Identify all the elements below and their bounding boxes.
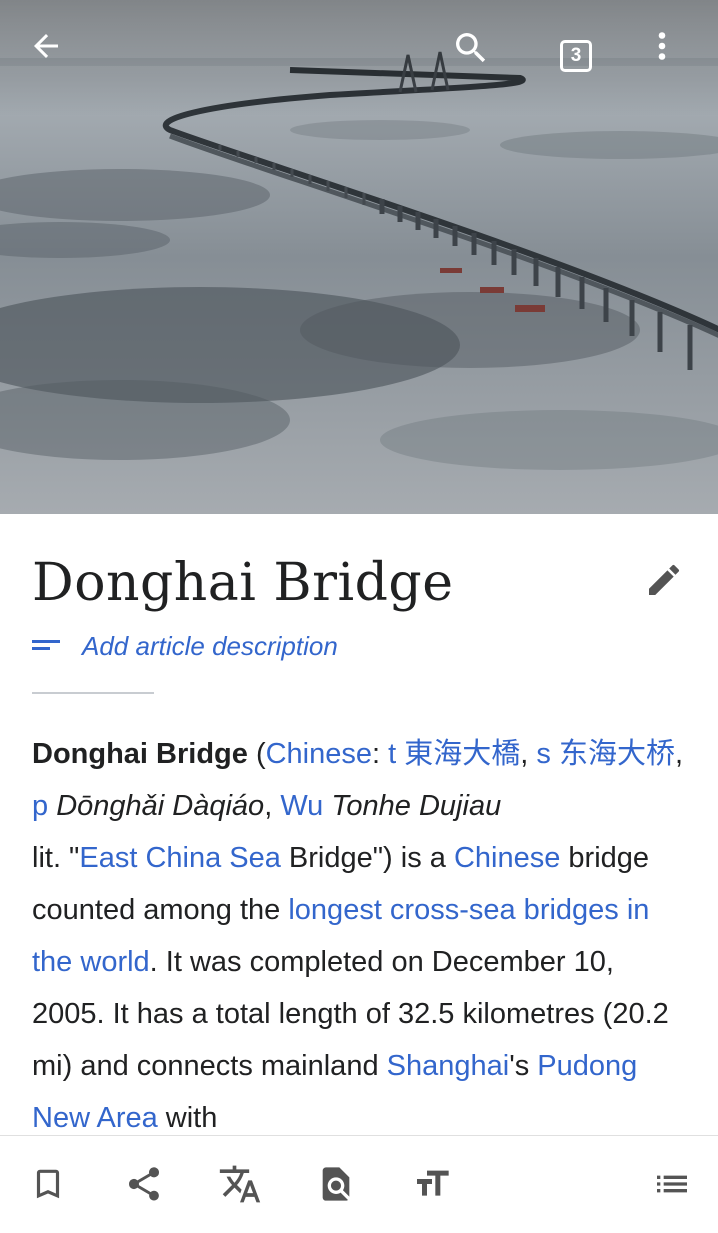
text-run: ,: [520, 738, 537, 770]
back-button[interactable]: [28, 28, 84, 84]
text-run: ,: [674, 738, 684, 770]
share-icon: [128, 1167, 160, 1201]
link-east-china-sea[interactable]: East China Sea: [79, 842, 281, 874]
text-run: ,: [264, 790, 281, 822]
link-wu-chinese[interactable]: Wu: [280, 790, 323, 822]
text-size-button[interactable]: [404, 1156, 460, 1212]
text-size-icon: [417, 1170, 449, 1196]
search-icon: [456, 33, 486, 63]
lead-paragraph: Donghai Bridge (Chinese: t 東海大橋, s 东海大桥,…: [32, 728, 692, 1144]
bold-term: Donghai Bridge: [32, 738, 248, 770]
description-icon: [32, 640, 60, 650]
more-vert-icon: [658, 32, 666, 60]
table-of-contents-button[interactable]: [644, 1156, 700, 1212]
arrow-left-icon: [34, 34, 58, 58]
contents-icon: [657, 1175, 687, 1193]
search-button[interactable]: [451, 28, 507, 84]
article-title: Donghai Bridge: [32, 553, 454, 613]
link-shanghai[interactable]: Shanghai: [387, 1050, 510, 1082]
translate-icon: [219, 1165, 261, 1203]
find-in-page-icon: [322, 1167, 350, 1201]
article-toolbar: [0, 1135, 718, 1233]
bookmark-icon: [36, 1169, 60, 1199]
pencil-icon: [649, 564, 680, 595]
top-toolbar: 3: [0, 0, 718, 116]
text-run: :: [372, 738, 389, 770]
link-traditional-chinese[interactable]: t 東海大橋: [388, 738, 520, 770]
add-description-label: Add article description: [82, 630, 338, 661]
tabs-button[interactable]: 3: [548, 28, 604, 84]
header-divider: [32, 692, 154, 694]
overflow-menu-button[interactable]: [644, 28, 700, 84]
edit-title-button[interactable]: [636, 552, 692, 608]
text-run: lit. ": [32, 842, 80, 874]
pinyin-text: Dōnghǎi Dàqiáo: [56, 790, 265, 822]
tab-count-badge: 3: [560, 40, 592, 72]
text-run: with: [157, 1102, 218, 1134]
text-run: (: [247, 738, 266, 770]
find-in-page-button[interactable]: [308, 1156, 364, 1212]
wu-romanization: Tonhe Dujiau: [331, 790, 502, 822]
link-pinyin[interactable]: p: [32, 790, 48, 822]
language-button[interactable]: [212, 1156, 268, 1212]
text-run: [48, 790, 56, 822]
link-chinese-country[interactable]: Chinese: [454, 842, 560, 874]
link-chinese-language[interactable]: Chinese: [266, 738, 372, 770]
text-run: Bridge") is a: [280, 842, 454, 874]
share-button[interactable]: [116, 1156, 172, 1212]
text-run: 's: [509, 1050, 538, 1082]
lead-image[interactable]: 3: [0, 0, 718, 514]
save-bookmark-button[interactable]: [20, 1156, 76, 1212]
add-description-link[interactable]: Add article description: [32, 626, 338, 666]
link-simplified-chinese[interactable]: s 东海大桥: [536, 738, 675, 770]
